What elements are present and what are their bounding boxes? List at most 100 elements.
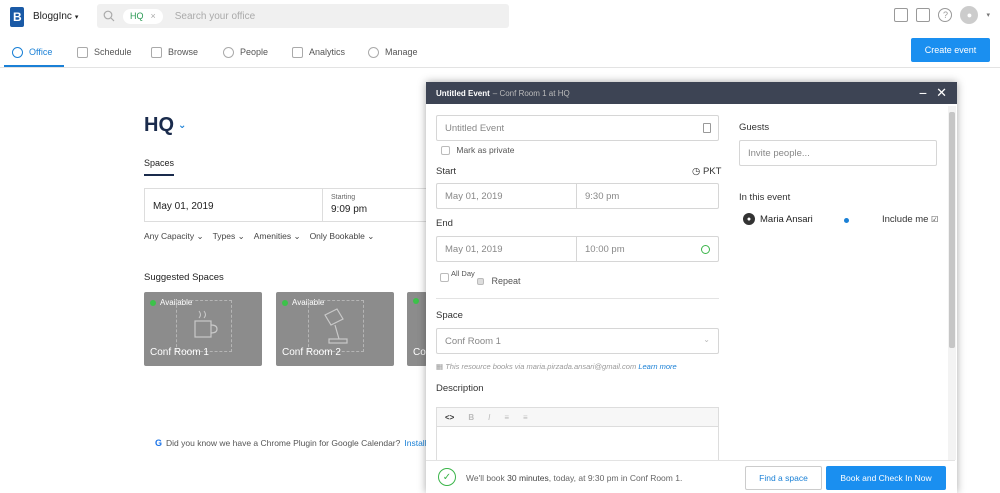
- booking-summary: We'll book 30 minutes, today, at 9:30 pm…: [466, 473, 683, 483]
- close-icon[interactable]: ✕: [936, 85, 947, 101]
- office-selector[interactable]: HQ ⌄: [144, 114, 186, 137]
- gear-icon: [368, 46, 379, 58]
- learn-more-link[interactable]: Learn more: [638, 362, 676, 371]
- chip-label: HQ: [130, 11, 144, 21]
- tab-label: Analytics: [309, 47, 346, 57]
- guests-label: Guests: [739, 122, 770, 133]
- status-dot: [282, 299, 288, 306]
- bullet-list-button[interactable]: ≡: [504, 413, 509, 422]
- checkbox[interactable]: [477, 278, 484, 286]
- checkbox[interactable]: [440, 273, 449, 282]
- search-icon: [12, 46, 23, 58]
- brand-logo[interactable]: B: [10, 7, 24, 27]
- chrome-plugin-tip: G Did you know we have a Chrome Plugin f…: [155, 438, 427, 448]
- bold-button[interactable]: B: [468, 413, 474, 422]
- avatar[interactable]: ●: [960, 6, 979, 24]
- tab-people[interactable]: People: [223, 43, 268, 61]
- start-time-field[interactable]: 9:09 pm: [331, 204, 367, 215]
- divider: [322, 189, 323, 221]
- clock-icon: ◷: [692, 166, 701, 177]
- start-date-field[interactable]: May 01, 2019: [436, 183, 577, 209]
- checkbox[interactable]: ☑: [931, 215, 938, 224]
- install-link[interactable]: Install: [404, 438, 426, 448]
- org-switcher[interactable]: BloggInc ▾: [33, 11, 78, 22]
- person-icon: [223, 46, 234, 58]
- search-filter-chip[interactable]: HQ ×: [123, 8, 163, 24]
- tab-browse[interactable]: Browse: [151, 43, 198, 61]
- private-checkbox[interactable]: Mark as private: [441, 145, 514, 156]
- chevron-down-icon[interactable]: ▾: [986, 11, 990, 19]
- tab-label: People: [240, 47, 269, 57]
- filter-types[interactable]: Types ⌄: [213, 231, 245, 242]
- help-icon[interactable]: ?: [938, 8, 953, 22]
- in-event-label: In this event: [739, 192, 791, 203]
- avatar: ●: [743, 213, 755, 225]
- repeat-checkbox[interactable]: Repeat: [477, 276, 521, 286]
- scrollbar-thumb[interactable]: [949, 112, 955, 348]
- availability-badge: [413, 298, 419, 304]
- checkbox[interactable]: [441, 146, 450, 156]
- space-name: Conf Room 1: [150, 347, 209, 358]
- date-field[interactable]: May 01, 2019: [153, 201, 214, 212]
- status-dot: [413, 298, 419, 304]
- date-time-picker[interactable]: May 01, 2019 Starting 9:09 pm: [144, 188, 428, 222]
- tab-label: Manage: [385, 47, 418, 57]
- browse-icon: [151, 46, 162, 58]
- tab-label: Office: [29, 47, 53, 57]
- close-icon[interactable]: ×: [151, 11, 156, 21]
- space-card[interactable]: Available Conf Room 1: [144, 292, 262, 366]
- top-icons: ? ● ▾: [894, 6, 990, 24]
- main-nav: Office Schedule Browse People Analytics …: [0, 36, 1000, 68]
- lamp-icon: [308, 300, 364, 352]
- modal-title: Untitled Event: [436, 88, 490, 98]
- space-name: Co: [413, 347, 426, 358]
- tab-office[interactable]: Office: [12, 43, 52, 61]
- tab-schedule[interactable]: Schedule: [77, 43, 132, 61]
- editor-toolbar: <> B I ≡ ≡: [436, 407, 719, 427]
- tab-spaces[interactable]: Spaces: [144, 158, 174, 168]
- space-card[interactable]: Available Conf Room 2: [276, 292, 394, 366]
- tab-analytics[interactable]: Analytics: [292, 43, 345, 61]
- start-time-field[interactable]: 9:30 pm: [576, 183, 719, 209]
- italic-button[interactable]: I: [488, 413, 490, 422]
- end-time-field[interactable]: 10:00 pm: [576, 236, 719, 262]
- active-tab-indicator: [144, 174, 174, 176]
- create-event-button[interactable]: Create event: [911, 38, 990, 62]
- calendar-icon[interactable]: [894, 8, 909, 22]
- timezone-selector[interactable]: ◷ PKT: [692, 166, 721, 177]
- modal-subtitle: – Conf Room 1 at HQ: [492, 88, 570, 98]
- chevron-down-icon: ⌄: [178, 120, 187, 131]
- bar-chart-icon: [292, 46, 303, 58]
- event-title-input[interactable]: Untitled Event: [436, 115, 719, 141]
- minimize-icon[interactable]: −: [919, 85, 927, 101]
- guest-name: Maria Ansari: [760, 214, 813, 225]
- find-space-button[interactable]: Find a space: [745, 466, 822, 490]
- code-view-button[interactable]: <>: [445, 413, 454, 422]
- description-editor[interactable]: [436, 427, 719, 460]
- invite-people-input[interactable]: Invite people...: [739, 140, 937, 166]
- top-bar: B BloggInc ▾ HQ × Search your office ? ●…: [0, 0, 1000, 34]
- notes-icon[interactable]: [703, 123, 711, 133]
- filter-amenities[interactable]: Amenities ⌄: [254, 231, 301, 242]
- all-day-checkbox[interactable]: All Day: [440, 270, 476, 282]
- start-label: Start: [436, 166, 457, 177]
- include-me-toggle[interactable]: Include me ☑: [882, 214, 938, 225]
- end-date-field[interactable]: May 01, 2019: [436, 236, 577, 262]
- calendar-icon: [77, 46, 88, 58]
- search-input[interactable]: Search your office: [175, 11, 255, 22]
- building-icon: ▦: [436, 362, 444, 371]
- modal-header: Untitled Event – Conf Room 1 at HQ − ✕: [426, 82, 957, 104]
- space-card[interactable]: Co: [407, 292, 427, 366]
- chevron-down-icon: ▾: [74, 13, 79, 21]
- google-icon: G: [155, 438, 163, 448]
- numbered-list-button[interactable]: ≡: [523, 413, 528, 422]
- org-name: BloggInc: [33, 11, 72, 22]
- book-and-check-in-button[interactable]: Book and Check In Now: [826, 466, 946, 490]
- filter-capacity[interactable]: Any Capacity ⌄: [144, 231, 204, 242]
- filter-bookable[interactable]: Only Bookable ⌄: [310, 231, 375, 242]
- space-select[interactable]: Conf Room 1 ⌄: [436, 328, 719, 354]
- tab-label: Schedule: [94, 47, 132, 57]
- search-bar[interactable]: HQ × Search your office: [97, 4, 509, 28]
- gift-icon[interactable]: [916, 8, 931, 22]
- tab-manage[interactable]: Manage: [368, 43, 418, 61]
